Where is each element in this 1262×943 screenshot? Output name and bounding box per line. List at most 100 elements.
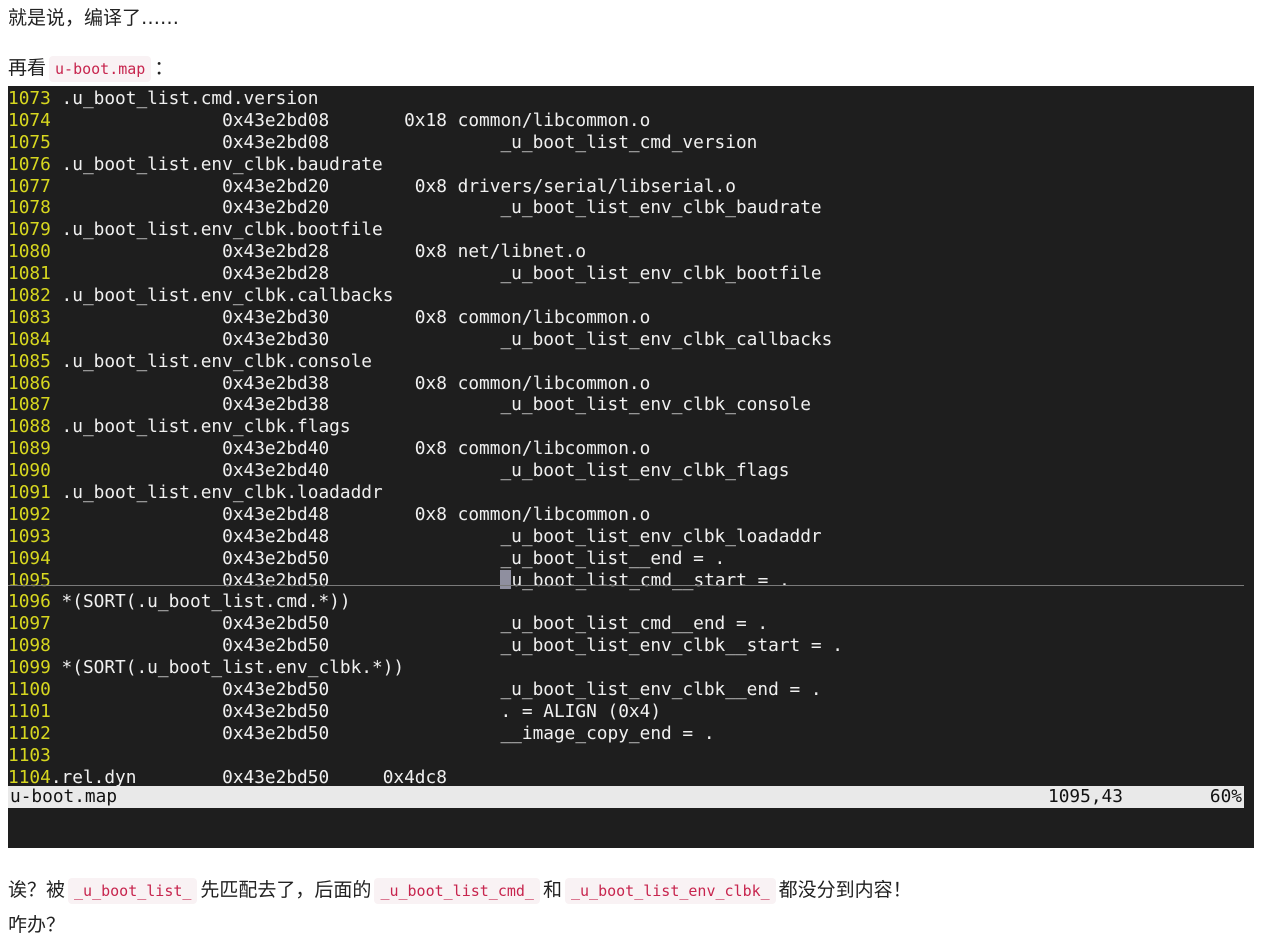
editor-line: 1074 0x43e2bd08 0x18 common/libcommon.o — [8, 110, 1254, 132]
editor-line: 1086 0x43e2bd38 0x8 common/libcommon.o — [8, 373, 1254, 395]
line-number: 1081 — [8, 263, 51, 285]
editor-line: 1098 0x43e2bd50 _u_boot_list_env_clbk__s… — [8, 635, 1254, 657]
editor-line: 1103 — [8, 745, 1254, 767]
editor-line: 1099 *(SORT(.u_boot_list.env_clbk.*)) — [8, 657, 1254, 679]
line-number: 1102 — [8, 722, 51, 744]
line-text: 0x43e2bd50 _u_boot_list__end = . — [50, 547, 726, 569]
line-text: 0x43e2bd30 _u_boot_list_env_clbk_callbac… — [50, 328, 833, 350]
terminal-window[interactable]: 1073 .u_boot_list.cmd.version 1074 0x43e… — [8, 86, 1254, 848]
editor-line: 1089 0x43e2bd40 0x8 common/libcommon.o — [8, 438, 1254, 460]
editor-line: 1085 .u_boot_list.env_clbk.console — [8, 351, 1254, 373]
line-number: 1079 — [8, 219, 51, 241]
editor-line: 1084 0x43e2bd30 _u_boot_list_env_clbk_ca… — [8, 329, 1254, 351]
inline-code-list-prefix: _u_boot_list_ — [68, 877, 198, 904]
intro-prefix: 再看 — [8, 57, 47, 79]
line-number: 1077 — [8, 175, 51, 197]
line-text: 0x43e2bd38 0x8 common/libcommon.o — [50, 372, 651, 394]
intro-suffix: ： — [154, 57, 174, 79]
line-number: 1095 — [8, 569, 51, 591]
editor-line: 1081 0x43e2bd28 _u_boot_list_env_clbk_bo… — [8, 263, 1254, 285]
line-number: 1091 — [8, 482, 51, 504]
line-text: 0x43e2bd50 . = ALIGN (0x4) — [50, 700, 662, 722]
status-cursor-position: 1095,43 — [1048, 786, 1123, 807]
editor-line: 1090 0x43e2bd40 _u_boot_list_env_clbk_fl… — [8, 460, 1254, 482]
status-scroll-percent: 60% — [1209, 786, 1242, 807]
line-number: 1092 — [8, 503, 51, 525]
line-text-after-cursor: u_boot_list_cmd__start = . — [511, 569, 790, 591]
editor-line: 1102 0x43e2bd50 __image_copy_end = . — [8, 723, 1254, 745]
editor-line: 1087 0x43e2bd38 _u_boot_list_env_clbk_co… — [8, 394, 1254, 416]
line-number: 1080 — [8, 241, 51, 263]
outro-question: 咋办？ — [8, 914, 66, 936]
line-text-before-cursor: 0x43e2bd50 — [50, 569, 501, 591]
editor-line: 1080 0x43e2bd28 0x8 net/libnet.o — [8, 241, 1254, 263]
outro-mid-1: 先匹配去了，后面的 — [200, 879, 372, 901]
line-text: 0x43e2bd20 _u_boot_list_env_clbk_baudrat… — [50, 197, 822, 219]
line-text: 0x43e2bd48 _u_boot_list_env_clbk_loadadd… — [50, 525, 822, 547]
line-number: 1098 — [8, 635, 51, 657]
outro-line-2: 咋办？ — [8, 911, 65, 939]
line-text: 0x43e2bd20 0x8 drivers/serial/libserial.… — [50, 175, 736, 197]
line-number: 1078 — [8, 197, 51, 219]
editor-line: 1079 .u_boot_list.env_clbk.bootfile — [8, 219, 1254, 241]
line-text: 0x43e2bd30 0x8 common/libcommon.o — [50, 306, 651, 328]
line-number: 1086 — [8, 372, 51, 394]
line-text: 0x43e2bd08 0x18 common/libcommon.o — [50, 109, 651, 131]
line-text: 0x43e2bd50 _u_boot_list_env_clbk__start … — [50, 635, 844, 657]
line-text: *(SORT(.u_boot_list.cmd.*)) — [50, 591, 351, 613]
editor-line: 1097 0x43e2bd50 _u_boot_list_cmd__end = … — [8, 613, 1254, 635]
line-number: 1103 — [8, 744, 51, 766]
editor-line: 1075 0x43e2bd08 _u_boot_list_cmd_version — [8, 132, 1254, 154]
line-text: .u_boot_list.env_clbk.flags — [50, 416, 351, 438]
editor-line-current[interactable]: 1095 0x43e2bd50 u_boot_list_cmd__start =… — [8, 569, 1254, 592]
line-number: 1085 — [8, 350, 51, 372]
outro-line-1: 诶？被 _u_boot_list_ 先匹配去了，后面的 _u_boot_list_cm… — [8, 876, 912, 904]
line-number: 1087 — [8, 394, 51, 416]
line-text: 0x43e2bd28 0x8 net/libnet.o — [50, 241, 587, 263]
line-number: 1076 — [8, 153, 51, 175]
line-text: .u_boot_list.env_clbk.callbacks — [50, 285, 394, 307]
line-number: 1074 — [8, 109, 51, 131]
line-text: 0x43e2bd08 _u_boot_list_cmd_version — [50, 131, 758, 153]
editor-line: 1088 .u_boot_list.env_clbk.flags — [8, 416, 1254, 438]
line-number: 1083 — [8, 306, 51, 328]
editor-line: 1083 0x43e2bd30 0x8 common/libcommon.o — [8, 307, 1254, 329]
line-text: 0x43e2bd40 _u_boot_list_env_clbk_flags — [50, 460, 790, 482]
line-text: 0x43e2bd48 0x8 common/libcommon.o — [50, 503, 651, 525]
line-number: 1084 — [8, 328, 51, 350]
editor-line: 1082 .u_boot_list.env_clbk.callbacks — [8, 285, 1254, 307]
line-number: 1104 — [8, 766, 51, 788]
editor-line: 1092 0x43e2bd48 0x8 common/libcommon.o — [8, 504, 1254, 526]
intro-line-2: 再看 u-boot.map： — [8, 54, 173, 82]
editor-line: 1073 .u_boot_list.cmd.version — [8, 88, 1254, 110]
line-text: 0x43e2bd50 _u_boot_list_env_clbk__end = … — [50, 679, 822, 701]
inline-code-map-file: u-boot.map — [49, 55, 152, 82]
line-text: *(SORT(.u_boot_list.env_clbk.*)) — [50, 657, 405, 679]
line-text: 0x43e2bd38 _u_boot_list_env_clbk_console — [50, 394, 811, 416]
line-text: .rel.dyn 0x43e2bd50 0x4dc8 — [50, 766, 447, 788]
intro-text: 就是说，编译了…… — [8, 7, 180, 29]
line-number: 1090 — [8, 460, 51, 482]
line-number: 1096 — [8, 591, 51, 613]
editor-line: 1077 0x43e2bd20 0x8 drivers/serial/libse… — [8, 176, 1254, 198]
intro-line-1: 就是说，编译了…… — [8, 4, 179, 32]
editor-line: 1094 0x43e2bd50 _u_boot_list__end = . — [8, 548, 1254, 570]
line-text: .u_boot_list.cmd.version — [50, 88, 319, 109]
editor-line: 1091 .u_boot_list.env_clbk.loadaddr — [8, 482, 1254, 504]
line-text: 0x43e2bd50 __image_copy_end = . — [50, 722, 715, 744]
outro-mid-2: 和 — [542, 879, 562, 901]
line-number: 1093 — [8, 525, 51, 547]
line-text: 0x43e2bd28 _u_boot_list_env_clbk_bootfil… — [50, 263, 822, 285]
line-number: 1073 — [8, 88, 51, 109]
editor-line: 1096 *(SORT(.u_boot_list.cmd.*)) — [8, 591, 1254, 613]
inline-code-cmd-prefix: _u_boot_list_cmd_ — [374, 877, 540, 904]
outro-suffix: 都没分到内容！ — [778, 879, 912, 901]
inline-code-env-clbk-prefix: _u_boot_list_env_clbk_ — [564, 877, 776, 904]
editor-line: 1078 0x43e2bd20 _u_boot_list_env_clbk_ba… — [8, 197, 1254, 219]
outro-prefix: 诶？被 — [8, 879, 66, 901]
line-text: .u_boot_list.env_clbk.baudrate — [50, 153, 383, 175]
editor-lines: 1073 .u_boot_list.cmd.version 1074 0x43e… — [8, 88, 1254, 789]
line-text: 0x43e2bd50 _u_boot_list_cmd__end = . — [50, 613, 769, 635]
line-text: .u_boot_list.env_clbk.console — [50, 350, 372, 372]
line-number: 1089 — [8, 438, 51, 460]
